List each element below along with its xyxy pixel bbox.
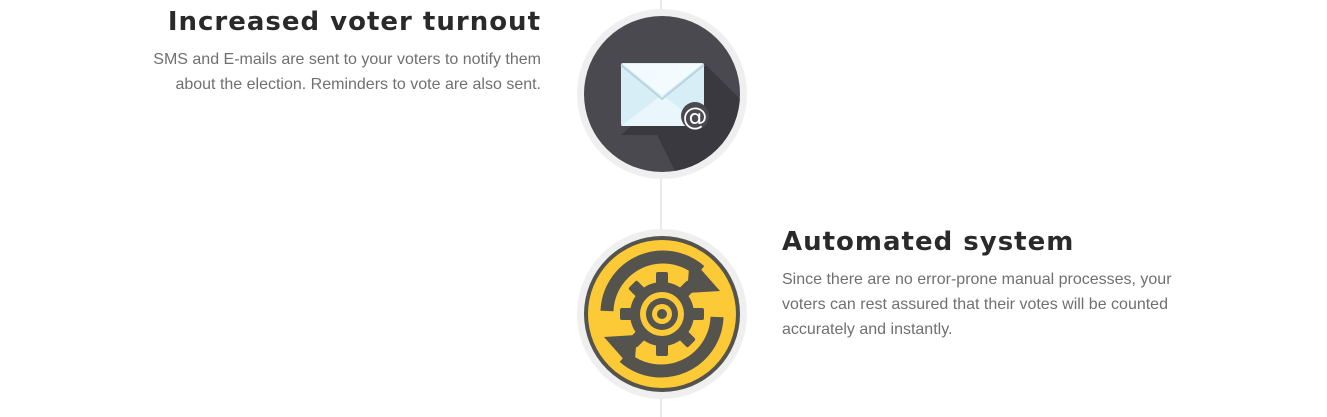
svg-text:@: @ bbox=[683, 102, 708, 131]
description-line: SMS and E-mails are sent to your voters … bbox=[153, 51, 541, 68]
feature-description-voter-turnout: SMS and E-mails are sent to your voters … bbox=[153, 47, 541, 97]
description-line: Since there are no error-prone manual pr… bbox=[782, 271, 1172, 288]
feature-description-automated-system: Since there are no error-prone manual pr… bbox=[782, 267, 1172, 342]
description-line: about the election. Reminders to vote ar… bbox=[175, 76, 541, 93]
gear-refresh-icon bbox=[577, 229, 747, 399]
feature-title-automated-system: Automated system bbox=[782, 227, 1075, 257]
description-line: voters can rest assured that their votes… bbox=[782, 296, 1168, 313]
description-line: accurately and instantly. bbox=[782, 321, 953, 338]
feature-title-voter-turnout: Increased voter turnout bbox=[167, 7, 541, 37]
email-envelope-icon: @ bbox=[577, 9, 747, 179]
